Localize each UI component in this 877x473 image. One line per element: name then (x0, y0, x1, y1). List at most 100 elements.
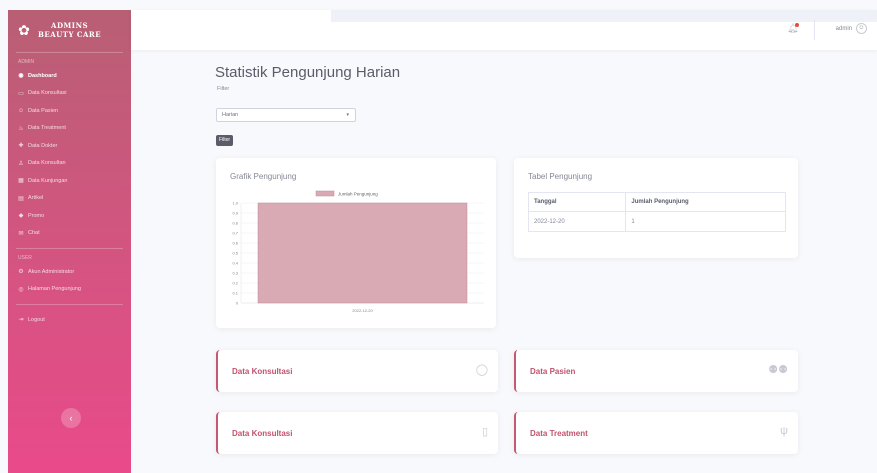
sidebar-item-label: Data Pasien (28, 107, 58, 114)
cell-jumlah: 1 (625, 211, 786, 232)
globe-icon: ◎ (18, 286, 24, 293)
sidebar-brand[interactable]: ✿ ADMINS BEAUTY CARE (8, 10, 131, 50)
table-card-title: Tabel Pengunjung (528, 172, 593, 181)
users-icon: ⚉⚉ (768, 364, 788, 376)
calendar-icon: ▦ (18, 178, 24, 185)
y-tick-label: 0.8 (232, 221, 238, 226)
legend-label: Jumlah Pengunjung (338, 192, 378, 197)
sidebar-item-data-dokter[interactable]: ✚ Data Dokter (8, 137, 131, 155)
sidebar-toggle-button[interactable]: ‹ (61, 408, 81, 428)
sidebar-item-label: Data Treatment (28, 125, 66, 132)
bar (257, 202, 468, 304)
cell-tanggal: 2022-12-20 (527, 211, 627, 232)
notification-badge (795, 23, 799, 27)
sidebar-divider (16, 52, 123, 53)
sidebar-item-halaman-pengunjung[interactable]: ◎ Halaman Pengunjung (8, 281, 131, 299)
chevron-left-icon: ‹ (69, 413, 73, 423)
tachometer-icon: ◉ (18, 73, 24, 80)
y-tick-label: 0.4 (232, 261, 238, 266)
avatar: ☺ (856, 23, 867, 34)
sidebar-item-label: Promo (28, 212, 45, 219)
user-md-icon: ✚ (18, 143, 24, 150)
tag-icon: ◆ (18, 213, 24, 220)
comment-icon: ▭ (18, 90, 24, 97)
sidebar-item-dashboard[interactable]: ◉ Dashboard (8, 67, 131, 85)
y-tick-label: 0.5 (232, 251, 238, 256)
topbar-decoration (331, 10, 877, 22)
spa-icon: ♨ (18, 125, 24, 132)
stat-card-data-konsultasi[interactable]: Data Konsultasi ◯ (216, 350, 498, 392)
filter-select[interactable]: Harian ▾ (216, 108, 356, 122)
table-header-row: Tanggal Jumlah Pengunjung (527, 192, 786, 212)
clipboard-icon: ▯ (481, 426, 488, 438)
brand-line2: BEAUTY CARE (38, 30, 102, 39)
newspaper-icon: ▤ (18, 195, 24, 202)
table-card: Tabel Pengunjung Tanggal Jumlah Pengunju… (514, 158, 798, 258)
y-tick-label: 0.3 (232, 271, 238, 276)
user-tie-icon: ♙ (18, 160, 24, 167)
stat-card-data-pasien[interactable]: Data Pasien ⚉⚉ (514, 350, 798, 392)
notification-button[interactable]: 🔔︎ (787, 23, 799, 35)
sidebar-item-label: Chat (28, 230, 40, 237)
filter-select-value: Harian (222, 112, 239, 118)
y-tick-label: 0 (236, 301, 239, 306)
sidebar-item-chat[interactable]: ✉ Chat (8, 225, 131, 243)
gear-icon: ✿ (18, 21, 30, 38)
y-tick-label: 0.2 (232, 281, 238, 286)
sidebar-item-promo[interactable]: ◆ Promo (8, 207, 131, 225)
sidebar-heading-user: User (18, 255, 32, 261)
x-tick-label: 2022-12-20 (352, 308, 373, 313)
filter-label: Filter (217, 86, 230, 92)
stat-card-data-treatment[interactable]: Data Treatment ψ (514, 412, 798, 454)
comment-icon: ◯ (475, 364, 488, 376)
sidebar-item-data-konsultasi[interactable]: ▭ Data Konsultasi (8, 85, 131, 103)
visitor-table: Tanggal Jumlah Pengunjung 2022-12-20 1 (527, 192, 786, 232)
sidebar-item-label: Dashboard (28, 72, 57, 79)
sidebar-item-label: Halaman Pengunjung (28, 286, 81, 293)
stat-card-label: Data Konsultasi (232, 367, 293, 376)
chart-card: Grafik Pengunjung Jumlah Pengunjung 1.0 0.… (216, 158, 496, 328)
stat-card-data-konsultan[interactable]: Data Konsultasi ▯ (216, 412, 498, 454)
stat-card-label: Data Pasien (530, 367, 576, 376)
sidebar-item-label: Data Dokter (28, 142, 58, 149)
table-row: 2022-12-20 1 (527, 211, 786, 232)
page-title: Statistik Pengunjung Harian (215, 64, 401, 81)
column-header-tanggal: Tanggal (527, 192, 627, 212)
sidebar-divider (16, 248, 123, 249)
sidebar-item-data-pasien[interactable]: ☺ Data Pasien (8, 102, 131, 120)
sidebar-item-label: Data Konsultasi (28, 90, 67, 97)
stat-card-label: Data Treatment (530, 429, 588, 438)
visitor-chart: Jumlah Pengunjung 1.0 0.9 0.8 0.7 0.6 0.5 0.4 0.… (232, 190, 484, 313)
topbar-divider (814, 20, 815, 40)
sidebar-item-artikel[interactable]: ▤ Artikel (8, 190, 131, 208)
stat-card-label: Data Konsultasi (232, 429, 293, 438)
y-tick-label: 0.7 (232, 231, 238, 236)
sidebar-item-data-treatment[interactable]: ♨ Data Treatment (8, 120, 131, 138)
brand-line1: ADMINS (51, 21, 89, 30)
sidebar-item-label: Data Konsultan (28, 160, 66, 167)
chevron-down-icon: ▾ (346, 112, 349, 118)
brand-name: ADMINS BEAUTY CARE (38, 21, 101, 39)
sidebar-item-data-konsultan[interactable]: ♙ Data Konsultan (8, 155, 131, 173)
sidebar-divider (16, 304, 123, 305)
user-menu[interactable]: admin ☺ (836, 23, 867, 34)
sidebar-item-data-kunjungan[interactable]: ▦ Data Kunjungan (8, 172, 131, 190)
sidebar-item-label: Logout (28, 316, 45, 323)
sidebar-heading-admin: Admin (18, 59, 35, 65)
legend-swatch (315, 190, 335, 197)
y-tick-label: 1.0 (232, 201, 238, 206)
topbar: 🔔︎ admin ☺ (131, 10, 877, 50)
sidebar-item-akun-administrator[interactable]: ⚙ Akun Administrator (8, 263, 131, 281)
chat-icon: ✉ (18, 230, 24, 237)
sidebar-item-label: Data Kunjungan (28, 177, 68, 184)
user-cog-icon: ⚙ (18, 269, 24, 276)
column-header-jumlah: Jumlah Pengunjung (625, 192, 786, 212)
filter-button[interactable]: Filter (216, 135, 233, 146)
sidebar-item-label: Artikel (28, 195, 44, 202)
logout-icon: ⇥ (18, 317, 24, 324)
y-tick-label: 0.6 (232, 241, 238, 246)
sidebar-item-logout[interactable]: ⇥ Logout (8, 311, 131, 329)
spa-icon: ψ (780, 425, 788, 437)
sidebar: ✿ ADMINS BEAUTY CARE Admin ◉ Dashboard ▭… (8, 10, 131, 473)
y-tick-label: 0.1 (232, 291, 238, 296)
